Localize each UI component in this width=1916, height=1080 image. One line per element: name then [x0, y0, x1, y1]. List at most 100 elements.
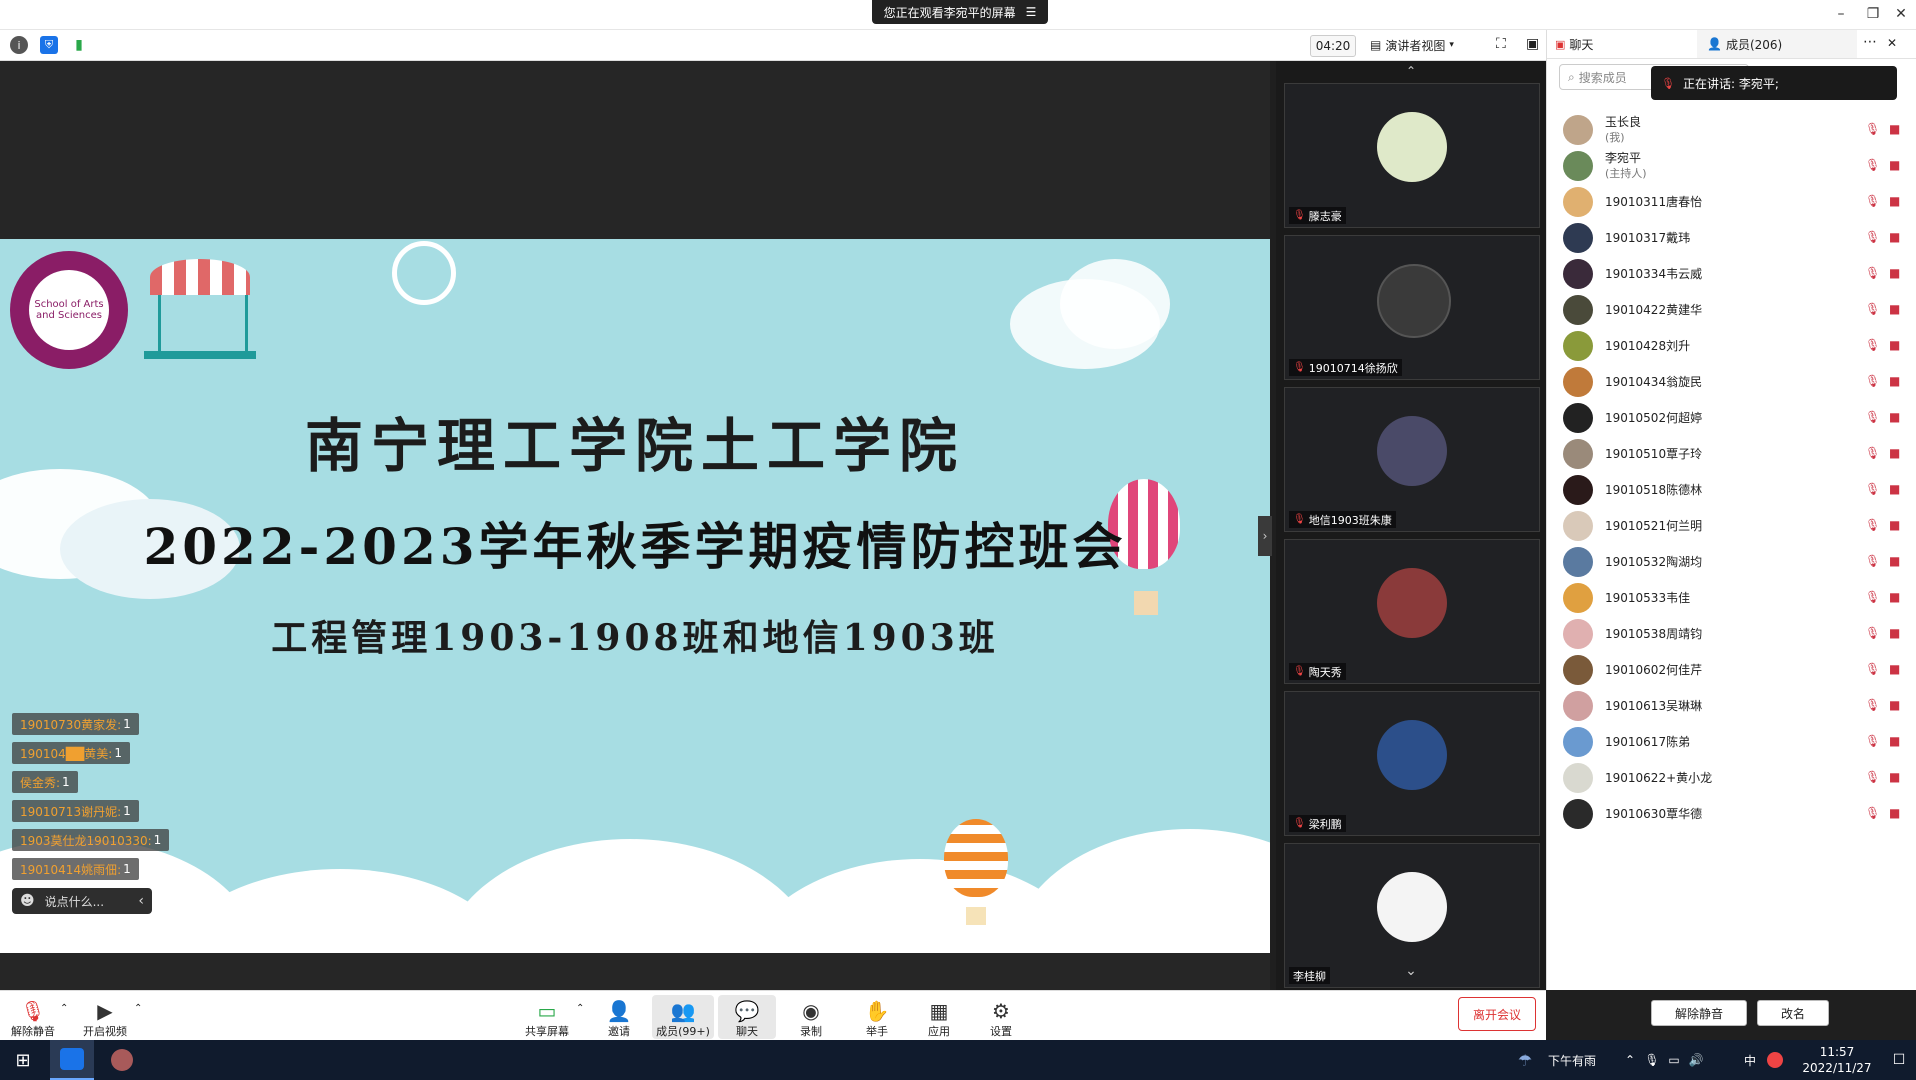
camera-off-icon[interactable]: ■	[1889, 554, 1900, 568]
record-button[interactable]: ◉ 录制	[782, 995, 840, 1039]
leave-meeting-button[interactable]: 离开会议	[1458, 997, 1536, 1031]
chat-button[interactable]: 💬 聊天	[718, 995, 776, 1039]
tab-chat[interactable]: ▣ 聊天	[1555, 36, 1593, 53]
close-panel-icon[interactable]: ✕	[1887, 36, 1897, 50]
mic-off-icon[interactable]: 🎙	[1865, 374, 1880, 388]
members-button[interactable]: 👥 成员(99+)	[652, 995, 714, 1039]
mic-icon[interactable]: 🎙	[1642, 1040, 1662, 1080]
mic-off-icon[interactable]: 🎙	[1865, 698, 1880, 712]
mic-off-icon[interactable]: 🎙	[1865, 122, 1880, 136]
camera-off-icon[interactable]: ■	[1889, 446, 1900, 460]
camera-off-icon[interactable]: ■	[1889, 662, 1900, 676]
view-mode-button[interactable]: ▤ 演讲者视图 ▾	[1370, 35, 1474, 55]
camera-off-icon[interactable]: ■	[1889, 230, 1900, 244]
camera-off-icon[interactable]: ■	[1889, 518, 1900, 532]
chevron-up-icon[interactable]: ⌃	[134, 1003, 142, 1014]
tab-members[interactable]: 👤 成员(206)	[1697, 30, 1857, 58]
video-tile[interactable]: 🎙 地信1903班朱康	[1284, 387, 1540, 532]
start-icon[interactable]: ⊞	[0, 1040, 46, 1080]
share-screen-button[interactable]: ▭ 共享屏幕	[518, 995, 576, 1039]
mic-off-icon[interactable]: 🎙	[1865, 230, 1880, 244]
camera-off-icon[interactable]: ■	[1889, 194, 1900, 208]
video-tile[interactable]: 🎙 19010714徐扬欣	[1284, 235, 1540, 380]
weather-text[interactable]: 下午有雨	[1540, 1040, 1604, 1080]
system-clock[interactable]: 11:57 2022/11/27	[1792, 1040, 1882, 1080]
meeting-app-icon[interactable]	[50, 1040, 94, 1080]
mic-off-icon[interactable]: 🎙	[1865, 518, 1880, 532]
camera-off-icon[interactable]: ■	[1889, 266, 1900, 280]
camera-off-icon[interactable]: ■	[1889, 302, 1900, 316]
apps-button[interactable]: ▦ 应用	[910, 995, 968, 1039]
camera-off-icon[interactable]: ■	[1889, 410, 1900, 424]
ime-indicator[interactable]: 中	[1740, 1040, 1760, 1080]
notification-icon[interactable]: ☐	[1884, 1040, 1914, 1080]
video-tile[interactable]: 🎙 滕志豪	[1284, 83, 1540, 228]
rename-button[interactable]: 改名	[1757, 1000, 1829, 1026]
scroll-down-icon[interactable]: ⌄	[1376, 963, 1446, 979]
mic-off-icon[interactable]: 🎙	[1865, 410, 1880, 424]
restore-icon[interactable]: ❐	[1858, 4, 1888, 24]
camera-off-icon[interactable]: ■	[1889, 374, 1900, 388]
chevron-up-icon[interactable]: ⌃	[60, 1003, 68, 1014]
network-icon[interactable]: ▭	[1664, 1040, 1684, 1080]
cloud-shape	[1060, 259, 1170, 349]
slide-classes-line: 工程管理1903-1908班和地信1903班	[271, 617, 999, 659]
mic-off-icon[interactable]: 🎙	[1865, 554, 1880, 568]
minimize-icon[interactable]: –	[1826, 4, 1856, 24]
mic-off-icon[interactable]: 🎙	[1865, 446, 1880, 460]
unmute-button[interactable]: 🎙 解除静音	[4, 995, 62, 1039]
camera-off-icon[interactable]: ■	[1889, 698, 1900, 712]
camera-off-icon[interactable]: ■	[1889, 158, 1900, 172]
collapse-chat-icon[interactable]: ‹	[138, 893, 144, 909]
member-name: 19010538周靖钧	[1605, 627, 1703, 641]
camera-off-icon[interactable]: ■	[1889, 734, 1900, 748]
screen-share-banner[interactable]: 您正在观看李宛平的屏幕 ☰	[872, 0, 1048, 24]
sogou-icon[interactable]	[1764, 1040, 1786, 1080]
signal-icon[interactable]: ▮	[70, 36, 88, 54]
camera-off-icon[interactable]: ■	[1889, 590, 1900, 604]
mic-off-icon[interactable]: 🎙	[1865, 194, 1880, 208]
mic-off-icon[interactable]: 🎙	[1865, 626, 1880, 640]
mic-off-icon[interactable]: 🎙	[1865, 482, 1880, 496]
camera-off-icon[interactable]: ■	[1889, 482, 1900, 496]
mic-off-icon[interactable]: 🎙	[1865, 662, 1880, 676]
mic-off-icon[interactable]: 🎙	[1865, 266, 1880, 280]
volume-icon[interactable]: 🔊	[1686, 1040, 1706, 1080]
camera-off-icon[interactable]: ■	[1889, 626, 1900, 640]
mic-off-icon[interactable]: 🎙	[1865, 302, 1880, 316]
banner-menu-icon[interactable]: ☰	[1026, 5, 1037, 19]
video-tile[interactable]: 🎙 梁利鹏	[1284, 691, 1540, 836]
expand-strip-icon[interactable]: ›	[1258, 516, 1272, 556]
mic-off-icon[interactable]: 🎙	[1865, 806, 1880, 820]
chevron-up-icon[interactable]: ⌃	[1620, 1040, 1640, 1080]
camera-off-icon[interactable]: ■	[1889, 806, 1900, 820]
camera-off-icon[interactable]: ■	[1889, 338, 1900, 352]
chevron-up-icon[interactable]: ⌃	[576, 1003, 584, 1014]
members-panel: ▣ 聊天 👤 成员(206) ⋯ ✕ ⌕ 搜索成员 🎙 正在讲话: 李宛平; 玉…	[1546, 30, 1916, 1026]
more-icon[interactable]: ⋯	[1863, 34, 1877, 50]
video-tile[interactable]: 🎙 陶天秀	[1284, 539, 1540, 684]
mic-off-icon[interactable]: 🎙	[1865, 338, 1880, 352]
start-video-button[interactable]: ▶ 开启视频	[76, 995, 134, 1039]
fullscreen-icon[interactable]: ⛶	[1496, 36, 1506, 52]
mic-off-icon[interactable]: 🎙	[1865, 590, 1880, 604]
weather-icon[interactable]: ☂	[1510, 1040, 1540, 1080]
mic-off-icon[interactable]: 🎙	[1865, 158, 1880, 172]
emoji-icon[interactable]: ☻	[20, 893, 35, 909]
camera-off-icon[interactable]: ■	[1889, 770, 1900, 784]
info-icon[interactable]: i	[10, 36, 28, 54]
mic-off-icon[interactable]: 🎙	[1865, 734, 1880, 748]
mic-off-icon[interactable]: 🎙	[1865, 770, 1880, 784]
browser-app-icon[interactable]	[100, 1040, 144, 1080]
unmute-all-button[interactable]: 解除静音	[1651, 1000, 1747, 1026]
invite-button[interactable]: 👤 邀请	[590, 995, 648, 1039]
shield-icon[interactable]: ⛨	[40, 36, 58, 54]
close-window-icon[interactable]: ✕	[1886, 4, 1916, 24]
raise-hand-button[interactable]: ✋ 举手	[848, 995, 906, 1039]
member-row[interactable]: 19010630覃华德 🎙 ■	[1547, 792, 1916, 836]
settings-button[interactable]: ⚙ 设置	[972, 995, 1030, 1039]
layout-icon[interactable]: ▣	[1526, 36, 1539, 52]
camera-off-icon[interactable]: ■	[1889, 122, 1900, 136]
scroll-up-icon[interactable]: ⌃	[1376, 65, 1446, 79]
chat-quick-input[interactable]: ☻ 说点什么... ‹	[12, 888, 152, 914]
